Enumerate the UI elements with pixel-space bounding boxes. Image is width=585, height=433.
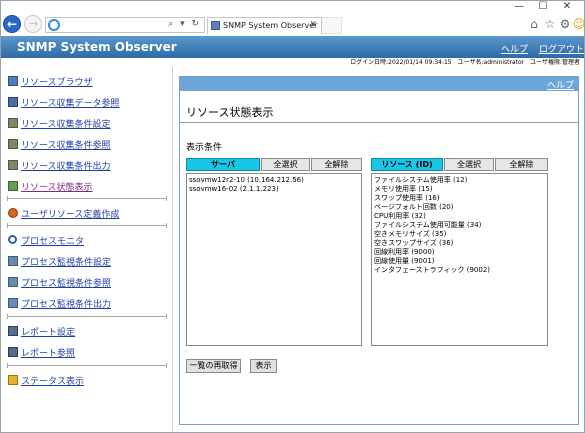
forward-button[interactable]: → xyxy=(24,15,42,33)
list-item[interactable]: ページフォルト回数 (20) xyxy=(374,203,453,212)
page-help-link[interactable]: ヘルプ xyxy=(547,78,574,91)
server-deselect-all-button[interactable]: 全解除 xyxy=(311,158,362,171)
process-setting-icon xyxy=(8,256,18,266)
browser-tab[interactable]: SNMP System Observer ✕ xyxy=(207,17,322,34)
reload-list-button[interactable]: 一覧の再取得 xyxy=(186,359,241,373)
list-item[interactable]: CPU利用率 (32) xyxy=(374,212,426,221)
list-item[interactable]: メモリ使用率 (15) xyxy=(374,185,433,194)
new-tab-button[interactable] xyxy=(322,17,342,34)
favorites-star-icon[interactable]: ☆ xyxy=(543,17,557,31)
process-output-icon xyxy=(8,298,18,308)
sidebar-item-label[interactable]: リソース状態表示 xyxy=(21,180,93,193)
maximize-icon[interactable]: ☐ xyxy=(533,1,553,13)
server-list[interactable]: ssovmw12r2-10 (10.164.212.56) ssovmw16-0… xyxy=(186,173,362,346)
page-title: リソース状態表示 xyxy=(186,106,274,119)
sidebar-item-label[interactable]: リソース収集条件出力 xyxy=(21,159,111,172)
smiley-feedback-icon[interactable]: ☺ xyxy=(572,17,585,31)
list-item[interactable]: 回線使用量 (9001) xyxy=(374,257,435,266)
condition-output-icon xyxy=(8,160,18,170)
sidebar-divider xyxy=(7,223,167,228)
sidebar-divider xyxy=(7,314,167,319)
sidebar-divider xyxy=(7,196,167,201)
list-item[interactable]: インタフェーストラフィック (9002) xyxy=(374,266,490,275)
sidebar-item-label[interactable]: リソース収集条件参照 xyxy=(21,138,111,151)
process-reference-icon xyxy=(8,277,18,287)
page-favicon-icon xyxy=(211,21,220,30)
resource-list[interactable]: ファイルシステム使用率 (12) メモリ使用率 (15) スワップ使用率 (16… xyxy=(371,173,548,346)
title-divider xyxy=(180,122,578,123)
sidebar-item-label[interactable]: リソース収集データ参照 xyxy=(21,96,120,109)
resource-select-all-button[interactable]: 全選択 xyxy=(444,158,494,171)
condition-setting-icon xyxy=(8,118,18,128)
list-item[interactable]: 空きメモリサイズ (35) xyxy=(374,230,446,239)
list-item[interactable]: ファイルシステム使用可能量 (34) xyxy=(374,221,481,230)
sidebar-item-label[interactable]: レポート参照 xyxy=(21,346,75,359)
sidebar-divider xyxy=(7,363,167,368)
sidebar-item-label[interactable]: プロセス監視条件参照 xyxy=(21,276,111,289)
status-icon xyxy=(8,375,18,385)
report-reference-icon xyxy=(8,347,18,357)
report-setting-icon xyxy=(8,326,18,336)
close-icon[interactable]: ✕ xyxy=(557,1,577,13)
server-panel-header: サーバ xyxy=(186,158,260,171)
minimize-icon[interactable]: — xyxy=(509,1,529,13)
sidebar-item-label[interactable]: プロセス監視条件出力 xyxy=(21,297,111,310)
user-resource-icon xyxy=(8,208,18,218)
ie-logo-icon xyxy=(48,19,60,31)
sidebar-item-label[interactable]: リソースブラウザ xyxy=(21,75,93,88)
sidebar-item-label[interactable]: ユーザリソース定義作成 xyxy=(21,207,119,220)
list-item[interactable]: ssovmw16-02 (2.1.1.223) xyxy=(189,185,279,194)
window-caption: — ☐ ✕ xyxy=(0,0,585,14)
app-title: SNMP System Observer xyxy=(17,40,177,54)
login-info-bar: ログイン日時:2022/01/14 09:34:15 ユーザ名:administ… xyxy=(1,58,584,67)
list-item[interactable]: スワップ使用率 (16) xyxy=(374,194,440,203)
help-bar: ヘルプ xyxy=(180,77,578,91)
resource-panel-header: リソース (ID) xyxy=(371,158,443,171)
section-title: 表示条件 xyxy=(186,143,223,153)
sidebar-item-label[interactable]: プロセス監視条件設定 xyxy=(21,255,111,268)
resource-browser-icon xyxy=(8,76,18,86)
resource-deselect-all-button[interactable]: 全解除 xyxy=(495,158,548,171)
settings-gear-icon[interactable]: ⚙ xyxy=(558,17,572,31)
sidebar-item-label[interactable]: プロセスモニタ xyxy=(21,234,84,247)
address-tools[interactable]: ⌕ ▾ ↻ xyxy=(168,19,201,29)
status-display-icon xyxy=(8,181,18,191)
browser-toolbar: ← → ⌕ ▾ ↻ SNMP System Observer ✕ ⌂ ☆ ⚙ ☺ xyxy=(0,14,585,36)
back-button[interactable]: ← xyxy=(3,15,21,33)
server-select-all-button[interactable]: 全選択 xyxy=(261,158,310,171)
data-reference-icon xyxy=(8,97,18,107)
header-help-link[interactable]: ヘルプ xyxy=(501,42,528,55)
close-tab-icon[interactable]: ✕ xyxy=(309,20,317,30)
main-panel: ヘルプ リソース状態表示 表示条件 サーバ 全選択 全解除 ssovmw12r2… xyxy=(179,76,579,425)
tab-title: SNMP System Observer xyxy=(223,21,318,30)
logout-link[interactable]: ログアウト xyxy=(539,42,584,55)
sidebar-item-label[interactable]: レポート設定 xyxy=(21,325,75,338)
list-item[interactable]: ファイルシステム使用率 (12) xyxy=(374,176,467,185)
forward-arrow-icon: → xyxy=(29,17,39,30)
home-icon[interactable]: ⌂ xyxy=(527,17,541,31)
list-item[interactable]: 空きスワップサイズ (36) xyxy=(374,239,453,248)
address-bar[interactable]: ⌕ ▾ ↻ xyxy=(45,17,205,33)
magnifier-icon xyxy=(8,235,17,244)
login-info: ログイン日時:2022/01/14 09:34:15 ユーザ名:administ… xyxy=(350,59,580,66)
condition-reference-icon xyxy=(8,139,18,149)
back-arrow-icon: ← xyxy=(7,17,18,31)
sidebar-item-label[interactable]: リソース収集条件設定 xyxy=(21,117,111,130)
list-item[interactable]: 回線利用率 (9000) xyxy=(374,248,435,257)
list-item[interactable]: ssovmw12r2-10 (10.164.212.56) xyxy=(189,176,304,185)
sidebar: リソースブラウザ リソース収集データ参照 リソース収集条件設定 リソース収集条件… xyxy=(1,67,173,432)
sidebar-item-label[interactable]: ステータス表示 xyxy=(21,374,84,387)
display-button[interactable]: 表示 xyxy=(250,359,277,373)
app-header: SNMP System Observer ヘルプ ログアウト xyxy=(1,36,584,58)
